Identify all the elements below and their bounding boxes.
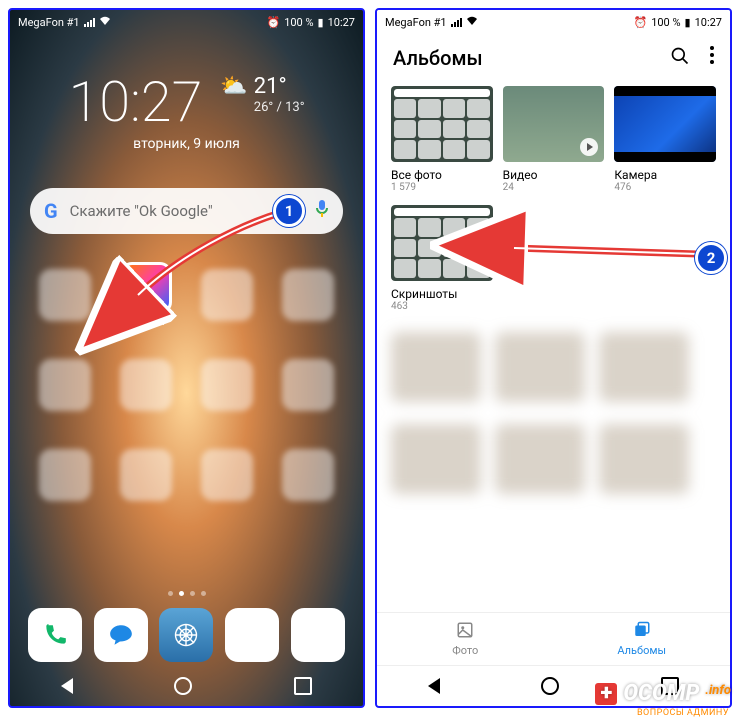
album-title: Видео <box>503 168 605 182</box>
dock-google-folder[interactable] <box>225 608 279 662</box>
status-time: 10:27 <box>695 16 722 29</box>
app-blurred[interactable] <box>189 342 266 428</box>
album-title: Скриншоты <box>391 287 493 301</box>
watermark-subtitle: ВОПРОСЫ АДМИНУ <box>637 708 729 718</box>
app-blurred[interactable] <box>107 432 184 518</box>
album-grid: Все фото 1 579 Видео 24 Камера 476 <box>377 76 730 322</box>
status-bar: MegaFon #1 ⏰ 100 % ▮ 10:27 <box>377 10 730 34</box>
album-count: 476 <box>614 182 716 193</box>
wifi-icon <box>466 16 478 29</box>
gallery-header: Альбомы <box>377 34 730 76</box>
tab-label: Альбомы <box>617 644 666 657</box>
status-time: 10:27 <box>328 16 355 29</box>
dock <box>10 602 363 666</box>
android-navbar <box>10 666 363 706</box>
watermark-tld: .info <box>705 683 731 698</box>
album-title: Все фото <box>391 168 493 182</box>
album-count: 24 <box>503 182 605 193</box>
tab-photos[interactable]: Фото <box>377 613 554 665</box>
battery-icon: ▮ <box>685 16 691 29</box>
other-albums-blurred <box>391 332 716 502</box>
tab-label: Фото <box>452 644 478 657</box>
nav-back-icon[interactable] <box>428 678 440 694</box>
album-video[interactable]: Видео 24 <box>503 86 605 193</box>
wifi-icon <box>99 16 111 29</box>
app-blurred[interactable] <box>26 432 103 518</box>
search-icon[interactable] <box>670 46 690 70</box>
battery-icon: ▮ <box>318 16 324 29</box>
google-logo-icon: G <box>44 199 58 223</box>
album-count: 1 579 <box>391 182 493 193</box>
app-blurred[interactable] <box>270 342 347 428</box>
annotation-badge-2: 2 <box>695 242 727 274</box>
signal-icon <box>84 18 95 27</box>
plus-icon: + <box>595 683 617 705</box>
alarm-icon: ⏰ <box>266 16 280 29</box>
carrier-label: MegaFon #1 <box>385 16 447 29</box>
album-all-photos[interactable]: Все фото 1 579 <box>391 86 493 193</box>
app-blurred[interactable] <box>189 432 266 518</box>
dock-tools-folder[interactable] <box>291 608 345 662</box>
bottom-tabs: Фото Альбомы <box>377 612 730 665</box>
tab-albums[interactable]: Альбомы <box>554 613 731 665</box>
watermark: + OCOMP .info <box>595 681 731 706</box>
app-blurred[interactable] <box>270 432 347 518</box>
mic-icon[interactable] <box>315 200 329 223</box>
nav-back-icon[interactable] <box>61 678 73 694</box>
weather-icon: ⛅ <box>220 74 247 99</box>
temp-range: 26° / 13° <box>254 100 305 116</box>
album-thumb <box>503 86 605 162</box>
app-blurred[interactable] <box>26 252 103 338</box>
album-count: 463 <box>391 301 493 312</box>
clock-weather-widget[interactable]: 10:27 ⛅ 21° 26° / 13° <box>10 74 363 130</box>
annotation-arrow-2 <box>498 232 708 266</box>
temp-current: 21° <box>254 74 305 100</box>
album-thumb <box>614 86 716 162</box>
album-title: Камера <box>614 168 716 182</box>
status-bar: MegaFon #1 ⏰ 100 % ▮ 10:27 <box>10 10 363 34</box>
carrier-label: MegaFon #1 <box>18 16 80 29</box>
dock-messages[interactable] <box>94 608 148 662</box>
watermark-brand: OCOMP <box>623 681 699 706</box>
page-title: Альбомы <box>393 46 483 70</box>
more-icon[interactable] <box>710 46 714 70</box>
phone-home-screen: MegaFon #1 ⏰ 100 % ▮ 10:27 10:27 ⛅ 21° 2… <box>8 8 365 708</box>
page-indicator <box>10 591 363 596</box>
nav-home-icon[interactable] <box>174 677 192 695</box>
battery-pct: 100 % <box>284 16 313 29</box>
app-label-gallery: Галерея <box>127 317 164 328</box>
battery-pct: 100 % <box>651 16 680 29</box>
annotation-arrow-1 <box>120 205 290 315</box>
phone-gallery-albums: MegaFon #1 ⏰ 100 % ▮ 10:27 Альбомы <box>375 8 732 708</box>
clock-time: 10:27 <box>68 74 202 130</box>
nav-recents-icon[interactable] <box>294 677 312 695</box>
album-camera[interactable]: Камера 476 <box>614 86 716 193</box>
album-thumb <box>391 205 493 281</box>
app-blurred[interactable] <box>26 342 103 428</box>
albums-icon <box>633 621 651 642</box>
app-blurred[interactable] <box>107 342 184 428</box>
signal-icon <box>451 18 462 27</box>
dock-phone[interactable] <box>28 608 82 662</box>
dock-browser[interactable] <box>159 608 213 662</box>
annotation-badge-1: 1 <box>273 195 305 227</box>
album-thumb <box>391 86 493 162</box>
date-label: вторник, 9 июля <box>10 136 363 152</box>
alarm-icon: ⏰ <box>633 16 647 29</box>
nav-home-icon[interactable] <box>541 677 559 695</box>
photo-icon <box>456 621 474 642</box>
album-screenshots[interactable]: Скриншоты 463 <box>391 205 493 312</box>
